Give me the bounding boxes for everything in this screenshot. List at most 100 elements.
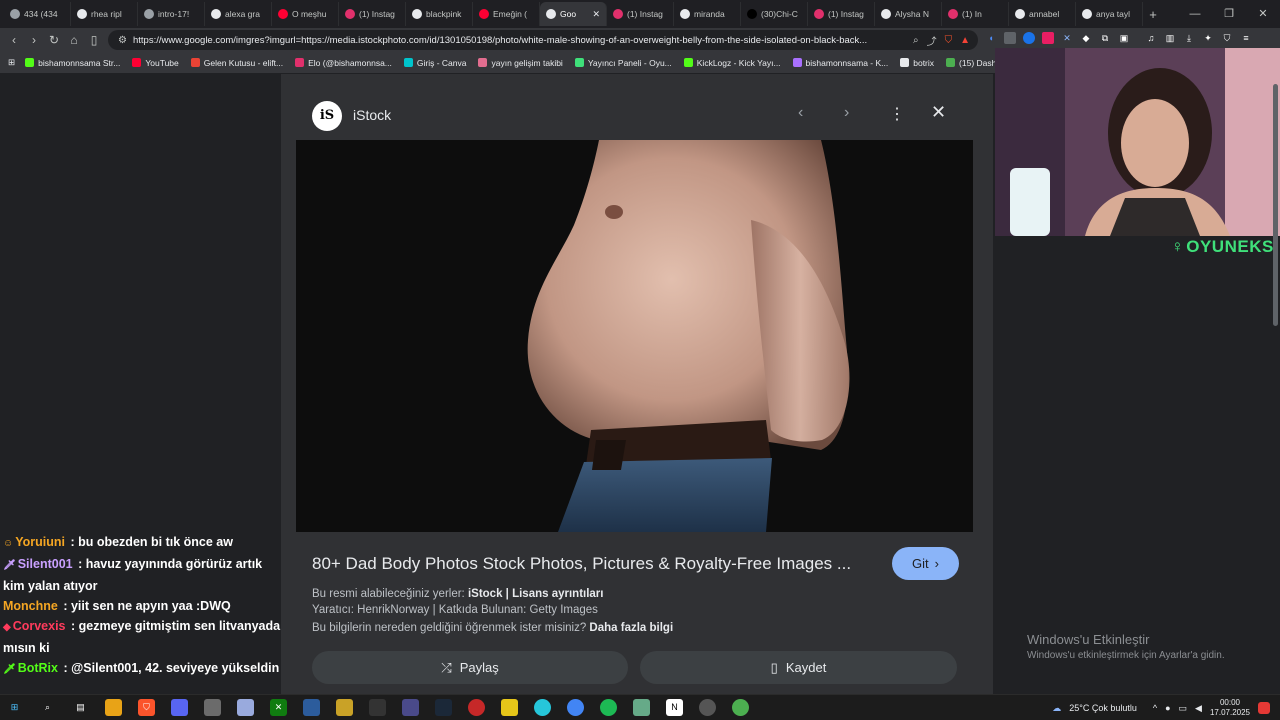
close-icon[interactable]: ✕ <box>931 102 946 123</box>
home-icon[interactable]: ⌂ <box>64 33 84 47</box>
weather-text[interactable]: 25°C Çok bulutlu <box>1069 703 1137 713</box>
sidebar-icon[interactable]: ▥ <box>1164 32 1176 44</box>
source-logo[interactable]: iS <box>312 101 342 131</box>
extension-icon[interactable] <box>1023 32 1035 44</box>
close-window-icon[interactable]: ✕ <box>1246 0 1280 28</box>
bookmark-item[interactable]: Yayıncı Paneli - Oyu... <box>574 58 672 68</box>
address-bar[interactable]: ⚙ https://www.google.com/imgres?imgurl=h… <box>108 30 978 50</box>
licence-details-link[interactable]: Lisans ayrıntıları <box>512 588 603 600</box>
result-title[interactable]: 80+ Dad Body Photos Stock Photos, Pictur… <box>312 554 851 574</box>
spotify-icon[interactable] <box>600 699 617 716</box>
search-icon[interactable]: ⌕ <box>39 699 56 716</box>
back-icon[interactable]: ‹ <box>4 33 24 47</box>
app-icon[interactable] <box>204 699 221 716</box>
file-explorer-icon[interactable] <box>105 699 122 716</box>
clock[interactable]: 00:00 17.07.2025 <box>1210 698 1250 718</box>
bookmark-item[interactable]: KickLogz - Kick Yayı... <box>683 58 781 68</box>
app-icon[interactable] <box>468 699 485 716</box>
chrome-icon[interactable] <box>567 699 584 716</box>
reload-icon[interactable]: ↻ <box>44 33 64 47</box>
tray-expand-icon[interactable]: ^ <box>1153 703 1157 713</box>
restore-icon[interactable]: ❐ <box>1212 0 1246 28</box>
browser-tab[interactable]: intro-17! <box>138 2 205 26</box>
next-icon[interactable]: › <box>844 104 849 122</box>
media-icon[interactable]: ♫ <box>1145 32 1157 44</box>
bookmark-item[interactable]: YouTube <box>132 58 179 68</box>
notion-icon[interactable]: N <box>666 699 683 716</box>
browser-tab[interactable]: (30)Chi-C <box>741 2 808 26</box>
app-icon[interactable] <box>303 699 320 716</box>
browser-tab[interactable]: Emeğin ( <box>473 2 540 26</box>
browser-tab[interactable]: annabel <box>1009 2 1076 26</box>
page-scrollbar[interactable] <box>1273 84 1278 326</box>
source-name[interactable]: iStock <box>353 107 391 123</box>
browser-tab[interactable]: anya tayl <box>1076 2 1143 26</box>
extension-icon[interactable]: ◆ <box>1080 32 1092 44</box>
xbox-icon[interactable]: ✕ <box>270 699 287 716</box>
visit-button[interactable]: Git › <box>892 547 959 580</box>
app-icon[interactable] <box>237 699 254 716</box>
vpn-icon[interactable]: ⛉ <box>1221 32 1233 44</box>
browser-tab[interactable]: 434 (434 <box>4 2 71 26</box>
minimize-icon[interactable]: — <box>1178 0 1212 28</box>
browser-tab[interactable]: (1) Instag <box>339 2 406 26</box>
learn-more-link[interactable]: Daha fazla bilgi <box>589 622 673 634</box>
browser-tab[interactable]: blackpink <box>406 2 473 26</box>
extension-icon[interactable] <box>1042 32 1054 44</box>
bookmark-item[interactable]: botrix <box>900 58 934 68</box>
share-page-icon[interactable]: ⤴ <box>927 33 937 48</box>
bookmark-item[interactable]: Elo (@bishamonnsa... <box>295 58 392 68</box>
app-icon[interactable] <box>633 699 650 716</box>
brave-rewards-icon[interactable]: ▲ <box>960 35 970 46</box>
licence-source-link[interactable]: iStock <box>468 588 503 600</box>
network-icon[interactable]: ▭ <box>1179 703 1188 714</box>
browser-tab[interactable]: (1) Instag <box>808 2 875 26</box>
task-view-icon[interactable]: ▤ <box>72 699 89 716</box>
start-icon[interactable]: ⊞ <box>6 699 23 716</box>
browser-tab[interactable]: rhea ripl <box>71 2 138 26</box>
microphone-icon[interactable]: ● <box>1165 703 1170 713</box>
extension-icon[interactable]: ▣ <box>1118 32 1130 44</box>
extensions-puzzle-icon[interactable]: ⧉ <box>1099 32 1111 44</box>
leo-ai-icon[interactable]: ✦ <box>1202 32 1214 44</box>
epic-games-icon[interactable] <box>369 699 386 716</box>
share-button[interactable]: ⤮ Paylaş <box>312 651 628 684</box>
new-tab-button[interactable]: + <box>1143 7 1163 22</box>
app-icon[interactable] <box>336 699 353 716</box>
browser-tab[interactable]: miranda <box>674 2 741 26</box>
preview-image[interactable] <box>296 140 973 532</box>
app-icon[interactable] <box>501 699 518 716</box>
browser-tab[interactable]: Alysha N <box>875 2 942 26</box>
app-icon[interactable] <box>732 699 749 716</box>
browser-tab[interactable]: Goo ✕ <box>540 2 607 26</box>
bookmark-item[interactable]: bishamonnsama Str... <box>25 58 120 68</box>
wallet-icon[interactable]: ◖ <box>985 32 997 44</box>
bookmark-item[interactable]: Giriş - Canva <box>403 58 466 68</box>
steam-icon[interactable] <box>435 699 452 716</box>
forward-icon[interactable]: › <box>24 33 44 47</box>
bookmark-item[interactable]: Gelen Kutusu - elift... <box>190 58 283 68</box>
bookmark-item[interactable]: yayın gelişim takibi <box>478 58 563 68</box>
url-text[interactable]: https://www.google.com/imgres?imgurl=htt… <box>133 35 905 46</box>
bookmark-page-icon[interactable]: ▯ <box>84 33 104 47</box>
save-button[interactable]: ▯ Kaydet <box>640 651 957 684</box>
browser-tab[interactable]: O meşhu <box>272 2 339 26</box>
bookmark-item[interactable]: bishamonnsama - K... <box>792 58 888 68</box>
app-icon[interactable] <box>402 699 419 716</box>
brave-icon[interactable]: ⛉ <box>138 699 155 716</box>
extension-icon[interactable] <box>1004 32 1016 44</box>
more-options-icon[interactable]: ⋮ <box>889 104 905 124</box>
browser-tab[interactable]: (1) Instag <box>607 2 674 26</box>
zoom-icon[interactable]: ⌕ <box>913 35 919 46</box>
download-icon[interactable]: ⤓ <box>1183 32 1195 44</box>
brave-shield-icon[interactable]: ⛉ <box>945 35 953 46</box>
notification-icon[interactable] <box>1258 702 1270 714</box>
volume-icon[interactable]: ◀ <box>1195 703 1202 714</box>
app-icon[interactable] <box>534 699 551 716</box>
obs-icon[interactable] <box>699 699 716 716</box>
previous-icon[interactable]: ‹ <box>798 104 803 122</box>
extension-icon[interactable]: ✕ <box>1061 32 1073 44</box>
apps-icon[interactable]: ⊞ <box>8 57 15 68</box>
menu-icon[interactable]: ≡ <box>1240 32 1252 44</box>
site-info-icon[interactable]: ⚙ <box>118 35 127 46</box>
